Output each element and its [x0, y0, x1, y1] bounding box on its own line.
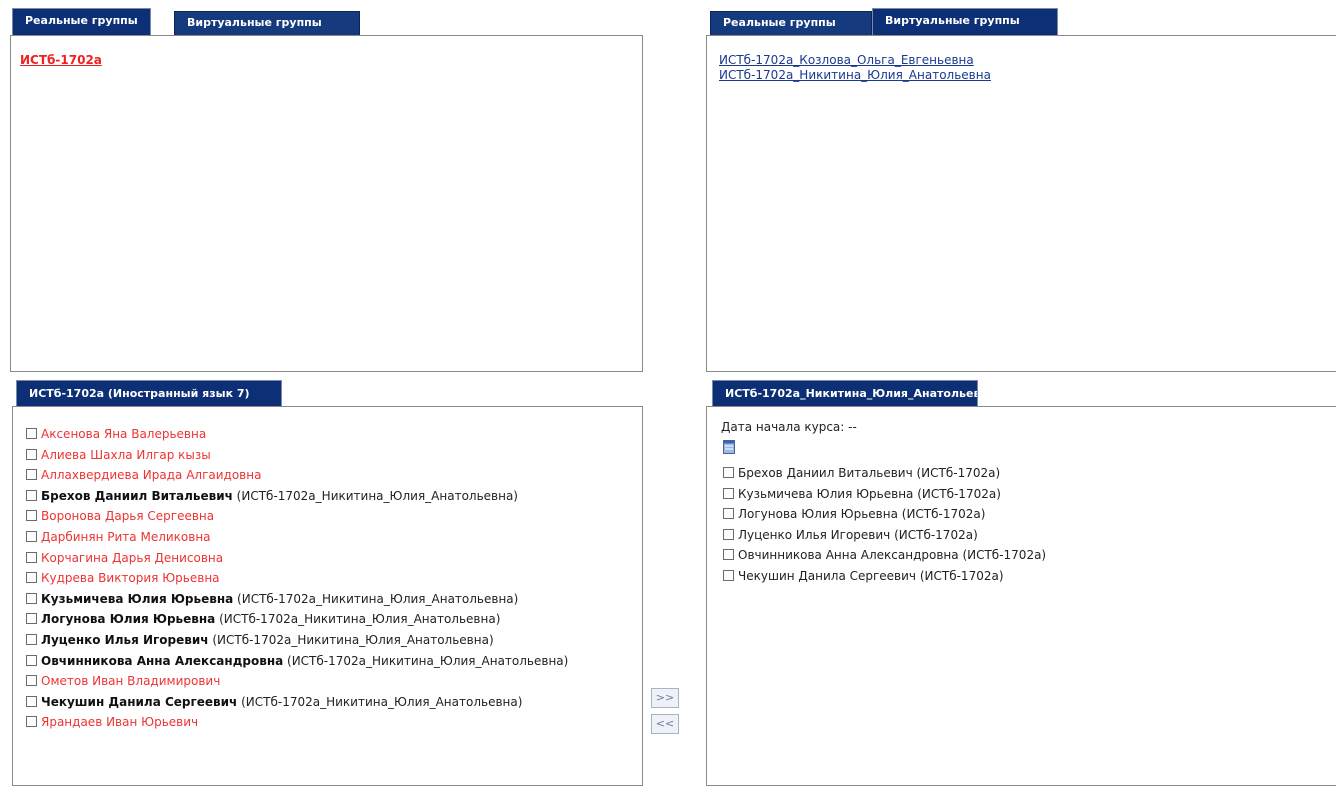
student-row: Кудрева Виктория Юрьевна: [26, 569, 220, 587]
member-checkbox[interactable]: [723, 467, 734, 478]
student-virtual-group: (ИСТб-1702а_Никитина_Юлия_Анатольевна): [233, 591, 519, 606]
student-checkbox[interactable]: [26, 510, 37, 522]
member-name: Брехов Даниил Витальевич (ИСТб-1702а): [738, 466, 1001, 480]
student-checkbox[interactable]: [26, 489, 37, 501]
student-row: Ометов Иван Владимирович: [26, 672, 220, 690]
real-groups-panel: ИСТб-1702а: [10, 35, 643, 372]
member-row: Луценко Илья Игоревич (ИСТб-1702а): [723, 526, 978, 544]
student-checkbox[interactable]: [26, 531, 37, 542]
course-start-row: Дата начала курса: --: [721, 420, 857, 434]
student-checkbox[interactable]: [26, 551, 37, 563]
student-name: Ярандаев Иван Юрьевич: [41, 715, 199, 730]
student-name: Логунова Юлия Юрьевна: [41, 612, 216, 627]
student-row: Луценко Илья Игоревич (ИСТб-1702а_Никити…: [26, 631, 494, 649]
student-virtual-group: (ИСТб-1702а_Никитина_Юлия_Анатольевна): [283, 653, 569, 668]
student-name: Алиева Шахла Илгар кызы: [41, 447, 211, 462]
course-start-value: --: [848, 420, 857, 434]
student-row: Аллахвердиева Ирада Алгаидовна: [26, 466, 261, 484]
tab-group-students-label: ИСТб-1702а (Иностранный язык 7): [29, 387, 250, 400]
student-row: Логунова Юлия Юрьевна (ИСТб-1702а_Никити…: [26, 610, 500, 628]
student-row: Аксенова Яна Валерьевна: [26, 425, 206, 443]
student-row: Дарбинян Рита Меликовна: [26, 528, 211, 546]
student-name: Луценко Илья Игоревич: [41, 633, 209, 647]
tab-virtual-groups-left[interactable]: Виртуальные группы: [174, 11, 360, 35]
student-checkbox[interactable]: [26, 695, 37, 707]
member-row: Кузьмичева Юлия Юрьевна (ИСТб-1702а): [723, 485, 1001, 503]
student-name: Кудрева Виктория Юрьевна: [41, 571, 220, 586]
member-row: Логунова Юлия Юрьевна (ИСТб-1702а): [723, 505, 985, 523]
member-checkbox[interactable]: [723, 570, 734, 581]
student-checkbox[interactable]: [26, 654, 37, 666]
student-checkbox[interactable]: [26, 716, 37, 728]
member-checkbox[interactable]: [723, 549, 734, 561]
student-name: Воронова Дарья Сергеевна: [41, 509, 215, 524]
student-checkbox[interactable]: [26, 592, 37, 604]
student-name: Ометов Иван Владимирович: [41, 674, 221, 689]
member-checkbox[interactable]: [723, 487, 734, 499]
group-link-istb-1702a[interactable]: ИСТб-1702а: [20, 53, 102, 67]
remove-from-virtual-button[interactable]: <<: [651, 714, 679, 734]
add-to-virtual-button[interactable]: >>: [651, 688, 679, 708]
student-row: Корчагина Дарья Денисовна: [26, 549, 223, 567]
student-name: Аллахвердиева Ирада Алгаидовна: [41, 468, 262, 483]
tab-real-groups-left[interactable]: Реальные группы: [12, 8, 151, 35]
member-name: Кузьмичева Юлия Юрьевна (ИСТб-1702а): [738, 486, 1001, 501]
member-row: Чекушин Данила Сергеевич (ИСТб-1702а): [723, 567, 1004, 585]
student-checkbox[interactable]: [26, 428, 37, 439]
student-row: Ярандаев Иван Юрьевич: [26, 713, 198, 731]
student-virtual-group: (ИСТб-1702а_Никитина_Юлия_Анатольевна): [237, 694, 523, 709]
member-name: Чекушин Данила Сергеевич (ИСТб-1702а): [738, 569, 1004, 583]
student-name: Корчагина Дарья Денисовна: [41, 550, 224, 565]
tab-virtual-groups-right[interactable]: Виртуальные группы: [872, 8, 1058, 35]
student-name: Овчинникова Анна Александровна: [41, 653, 284, 668]
tab-virtual-group-members[interactable]: ИСТб-1702а_Никитина_Юлия_Анатольевна: [712, 380, 978, 407]
student-checkbox[interactable]: [26, 675, 37, 687]
course-start-label: Дата начала курса:: [721, 420, 845, 434]
tab-real-groups-right[interactable]: Реальные группы: [710, 11, 872, 35]
virtual-group-members-panel: [706, 406, 1336, 786]
member-row: Брехов Даниил Витальевич (ИСТб-1702а): [723, 464, 1000, 482]
virtual-group-link[interactable]: ИСТб-1702а_Никитина_Юлия_Анатольевна: [719, 68, 991, 83]
student-name: Брехов Даниил Витальевич: [41, 488, 233, 503]
calendar-icon[interactable]: [723, 440, 735, 454]
member-name: Луценко Илья Игоревич (ИСТб-1702а): [738, 527, 978, 542]
student-row: Алиева Шахла Илгар кызы: [26, 446, 211, 464]
tab-virtual-group-members-label: ИСТб-1702а_Никитина_Юлия_Анатольевна: [725, 387, 978, 400]
member-name: Овчинникова Анна Александровна (ИСТб-170…: [738, 548, 1047, 563]
student-checkbox[interactable]: [26, 572, 37, 584]
tab-group-students[interactable]: ИСТб-1702а (Иностранный язык 7): [16, 380, 282, 407]
student-name: Кузьмичева Юлия Юрьевна: [41, 591, 234, 606]
student-row: Чекушин Данила Сергеевич (ИСТб-1702а_Ник…: [26, 693, 522, 711]
member-row: Овчинникова Анна Александровна (ИСТб-170…: [723, 546, 1046, 564]
virtual-groups-panel: ИСТб-1702а_Козлова_Ольга_Евгеньевна ИСТб…: [706, 35, 1336, 372]
member-checkbox[interactable]: [723, 528, 734, 540]
student-virtual-group: (ИСТб-1702а_Никитина_Юлия_Анатольевна): [232, 488, 518, 503]
student-checkbox[interactable]: [26, 469, 37, 481]
student-checkbox[interactable]: [26, 634, 37, 645]
student-row: Кузьмичева Юлия Юрьевна (ИСТб-1702а_Ники…: [26, 590, 518, 608]
student-row: Воронова Дарья Сергеевна: [26, 507, 214, 525]
student-row: Брехов Даниил Витальевич (ИСТб-1702а_Ник…: [26, 487, 518, 505]
student-name: Чекушин Данила Сергеевич: [41, 694, 238, 709]
member-name: Логунова Юлия Юрьевна (ИСТб-1702а): [738, 507, 986, 522]
student-virtual-group: (ИСТб-1702а_Никитина_Юлия_Анатольевна): [215, 612, 501, 627]
student-name: Аксенова Яна Валерьевна: [41, 427, 207, 441]
student-checkbox[interactable]: [26, 613, 37, 625]
student-checkbox[interactable]: [26, 448, 37, 460]
student-name: Дарбинян Рита Меликовна: [41, 530, 211, 544]
student-row: Овчинникова Анна Александровна (ИСТб-170…: [26, 652, 568, 670]
student-virtual-group: (ИСТб-1702а_Никитина_Юлия_Анатольевна): [208, 633, 494, 647]
member-checkbox[interactable]: [723, 508, 734, 520]
virtual-group-link[interactable]: ИСТб-1702а_Козлова_Ольга_Евгеньевна: [719, 53, 991, 68]
